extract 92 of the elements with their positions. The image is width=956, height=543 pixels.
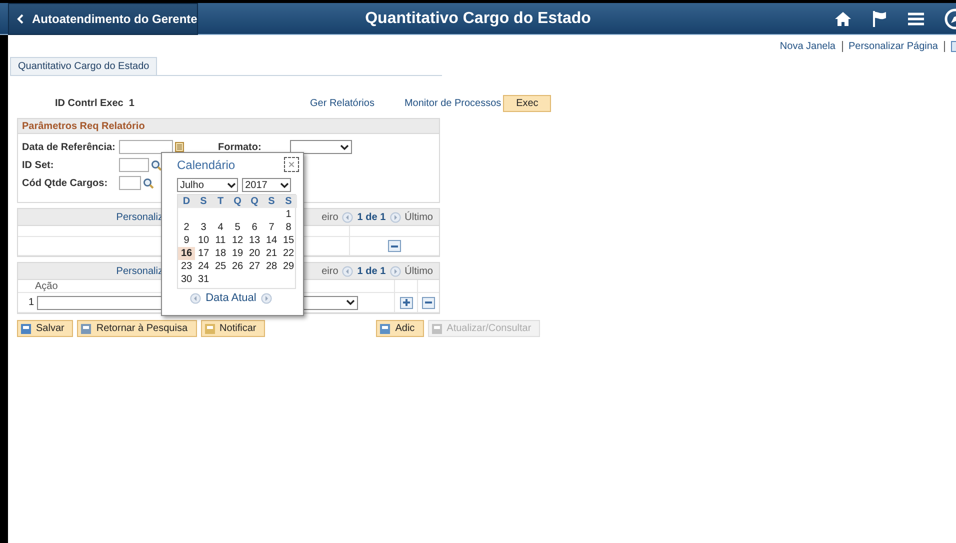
back-button[interactable]: Autoatendimento do Gerente [8,3,198,35]
field-label: Data de Referência: [22,142,116,152]
calendar-day[interactable]: 24 [195,260,212,273]
close-icon [289,162,294,167]
row-number: 1 [27,297,35,308]
calendar-day[interactable]: 30 [178,273,195,286]
calendar-day[interactable]: 28 [263,260,280,273]
action-button[interactable]: Notificar [200,320,266,337]
report-link[interactable]: Ger Relatórios [310,98,374,108]
weekday-header: S [195,195,212,208]
calendar-day[interactable]: 1 [280,208,297,221]
calendar-day[interactable]: 29 [280,260,297,273]
weekday-header: Q [246,195,263,208]
calendar-day[interactable]: 5 [229,221,246,234]
action-button[interactable]: Salvar [17,320,74,337]
exec-button[interactable]: Exec [503,94,552,112]
calendar-day[interactable]: 3 [195,221,212,234]
plus-icon [402,299,410,306]
previous-icon[interactable] [190,292,201,304]
flag-icon[interactable] [872,10,888,28]
weekday-header: S [280,195,297,208]
calendar-day[interactable]: 13 [246,234,263,247]
calendar-day[interactable]: 25 [212,260,229,273]
calendar-day[interactable]: 23 [178,260,195,273]
field-label: Formato: [218,142,262,152]
process-monitor-link[interactable]: Monitor de Processos [404,98,502,108]
field-label: ID Set: [22,160,55,170]
section-title: Parâmetros Req Relatório [18,119,439,134]
weekday-header: S [263,195,280,208]
calendar-day[interactable]: 14 [263,234,280,247]
weekday-header: T [212,195,229,208]
personalize-link[interactable]: Personaliz [18,212,163,222]
search-icon[interactable] [143,178,154,188]
date-field[interactable] [119,140,173,154]
lookup-field[interactable] [119,158,149,172]
calendar-icon[interactable] [175,142,184,152]
page-title: Quantitativo Cargo do Estado [365,10,591,28]
calendar-day[interactable]: 4 [212,221,229,234]
minus-icon [425,301,432,304]
next-icon[interactable] [261,292,272,304]
weekday-header: D [178,195,195,208]
calendar-day[interactable]: 31 [195,273,212,286]
calendar-day[interactable]: 27 [246,260,263,273]
calendar-day[interactable]: 10 [195,234,212,247]
calendar-day[interactable]: 16 [178,247,195,260]
page-link[interactable]: Personalizar Página [848,41,938,52]
today-link[interactable]: Data Atual [206,292,256,304]
calendar-day[interactable]: 9 [178,234,195,247]
delete-row-button[interactable] [422,296,436,308]
calendar-day[interactable]: 22 [280,247,297,260]
delete-row-button[interactable] [388,240,401,252]
pager-text: 1 de 1 [357,212,386,222]
menu-icon[interactable] [908,12,924,26]
calendar-day[interactable]: 7 [263,221,280,234]
home-icon[interactable] [834,11,852,27]
month-dropdown[interactable]: Julho [177,178,238,192]
year-dropdown[interactable]: 2017 [242,178,291,192]
weekday-header: Q [229,195,246,208]
calendar-day[interactable]: 19 [229,247,246,260]
search-icon[interactable] [151,160,162,170]
calendar-day[interactable]: 17 [195,247,212,260]
page-tab[interactable]: Quantitativo Cargo do Estado [10,57,158,75]
column-header: Ação [34,280,58,292]
calendar-day[interactable]: 8 [280,221,297,234]
calendar-day[interactable]: 6 [246,221,263,234]
run-control-label: ID Contrl Exec 1 [55,98,136,108]
close-button[interactable] [284,157,299,172]
calendar-day[interactable]: 20 [246,247,263,260]
calendar-day[interactable]: 26 [229,260,246,273]
link-divider [944,41,945,52]
chevron-left-icon [17,14,24,24]
first-link[interactable]: eiro [322,212,338,222]
last-link[interactable]: Último [404,266,433,276]
page-link[interactable]: Nova Janela [780,41,836,52]
minus-icon [391,244,398,248]
lookup-field[interactable] [119,176,141,190]
field-label: Cód Qtde Cargos: [22,178,109,188]
calendar-day[interactable]: 18 [212,247,229,260]
calendar-day[interactable]: 12 [229,234,246,247]
calendar-title: Calendário [177,158,236,172]
pager-text: 1 de 1 [357,266,386,276]
last-link[interactable]: Último [404,212,433,222]
action-button[interactable]: Adic [376,320,424,337]
calendar-day[interactable]: 15 [280,234,297,247]
add-row-button[interactable] [400,296,413,308]
calendar-day[interactable]: 21 [263,247,280,260]
action-button[interactable]: Retornar à Pesquisa [77,320,197,337]
calendar-day[interactable]: 11 [212,234,229,247]
format-dropdown[interactable] [290,140,352,154]
calendar-day[interactable]: 2 [178,221,195,234]
personalize-link[interactable]: Personaliz [18,266,163,276]
first-link[interactable]: eiro [322,266,338,276]
